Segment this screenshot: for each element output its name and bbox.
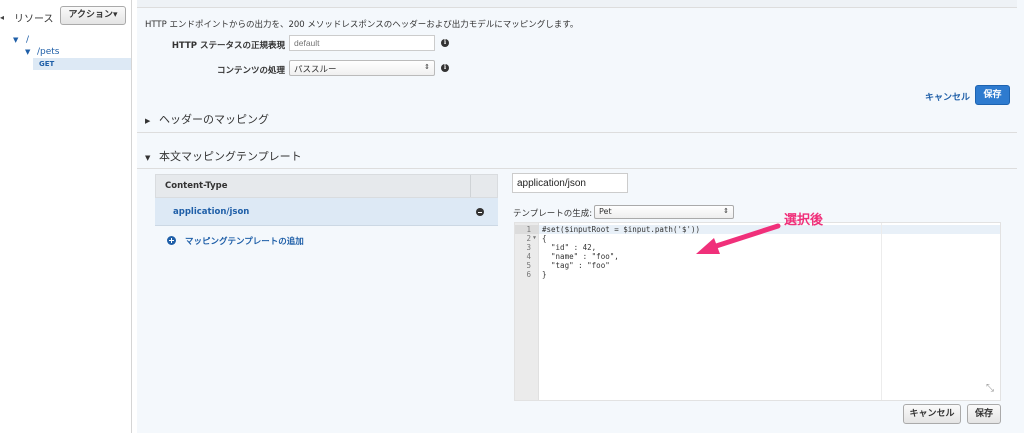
expand-caret-icon[interactable]: ▼ (13, 34, 18, 46)
cancel-button[interactable]: キャンセル (903, 404, 961, 424)
resize-icon[interactable]: ⤡ (986, 383, 994, 394)
info-icon[interactable]: i (441, 64, 449, 72)
line-number: 2 (526, 234, 531, 243)
column-separator (470, 175, 471, 197)
sidebar-title: リソース (14, 14, 54, 25)
collapsed-caret-icon: ▶ (145, 117, 151, 125)
code-line: } (542, 270, 547, 279)
tree-item-label: /pets (37, 47, 60, 57)
code-line: #set($inputRoot = $input.path('$')) (542, 225, 701, 234)
status-regex-input[interactable] (289, 35, 435, 51)
line-number: 6 (526, 270, 531, 279)
actions-button[interactable]: アクション▾ (60, 6, 126, 25)
add-mapping-template-link[interactable]: マッピングテンプレートの追加 (155, 226, 498, 254)
generate-template-select[interactable]: Pet ⇕ (594, 205, 734, 219)
select-value: パススルー (294, 65, 337, 75)
line-number: 1 (526, 225, 531, 234)
remove-icon[interactable] (476, 208, 484, 216)
expand-caret-icon[interactable]: ▼ (25, 46, 30, 58)
select-arrows-icon: ⇕ (723, 207, 729, 215)
tree-item-label: / (26, 35, 30, 45)
save-template-button[interactable]: 保存 (967, 404, 1001, 424)
column-header: Content-Type (165, 181, 228, 191)
tree-item-pets[interactable]: ▼ /pets (0, 46, 131, 58)
annotation-arrow-icon (696, 223, 781, 254)
print-margin (881, 223, 882, 400)
body-mapping-templates-section[interactable]: ▼ 本文マッピングテンプレート (145, 148, 1007, 164)
content-type-table: Content-Type application/json マッピングテンプレー… (155, 174, 498, 254)
header-mappings-section[interactable]: ▶ ヘッダーのマッピング (145, 111, 1007, 127)
sidebar-header: リソース アクション▾ (12, 6, 130, 26)
code-line: "tag" : "foo" (542, 261, 610, 270)
code-line: "name" : "foo", (542, 252, 619, 261)
code-line: "id" : 42, (542, 243, 597, 252)
add-mapping-template-label: マッピングテンプレートの追加 (185, 237, 304, 247)
select-arrows-icon: ⇕ (424, 63, 430, 71)
divider (137, 132, 1017, 133)
cancel-link[interactable]: キャンセル (925, 90, 970, 103)
tree-item-root[interactable]: ▼ / (0, 34, 131, 46)
editor-gutter: 1 2 ▼ 3 4 5 6 (515, 223, 539, 400)
line-number: 4 (526, 252, 531, 261)
content-handling-label: コンテンツの処理 (216, 66, 285, 76)
content-type-input[interactable] (512, 173, 628, 193)
save-button[interactable]: 保存 (975, 85, 1010, 105)
section-title: ヘッダーのマッピング (159, 113, 269, 126)
resource-tree: ▼ / ▼ /pets GET (0, 34, 131, 70)
table-row[interactable]: application/json (155, 198, 498, 226)
tree-item-label: GET (39, 60, 55, 68)
add-icon (167, 236, 176, 245)
expanded-caret-icon: ▼ (145, 154, 151, 162)
resource-sidebar: ◂ リソース アクション▾ ▼ / ▼ /pets GET (0, 0, 132, 433)
select-value: Pet (599, 207, 612, 216)
fold-toggle-icon[interactable]: ▼ (533, 234, 536, 243)
line-number: 3 (526, 243, 531, 252)
line-number: 5 (526, 261, 531, 270)
content-handling-select[interactable]: パススルー ⇕ (289, 60, 435, 76)
collapse-sidebar-icon[interactable]: ◂ (0, 13, 4, 22)
tree-item-get-method[interactable]: GET (33, 58, 131, 70)
info-icon[interactable]: i (441, 39, 449, 47)
section-title: 本文マッピングテンプレート (159, 150, 302, 163)
panel-top-edge (137, 0, 1017, 8)
content-type-label: application/json (173, 207, 250, 217)
code-line: { (542, 234, 547, 243)
divider (137, 168, 1017, 169)
annotation-label: 選択後 (784, 213, 824, 228)
regex-label: HTTP ステータスの正規表現 (171, 41, 285, 51)
generate-template-label: テンプレートの生成: (513, 209, 593, 219)
panel-description: HTTP エンドポイントからの出力を、200 メソッドレスポンスのヘッダーおよび… (145, 20, 579, 30)
api-gateway-console: ◂ リソース アクション▾ ▼ / ▼ /pets GET HTTP エンドポイ… (0, 0, 1024, 433)
integration-response-panel: HTTP エンドポイントからの出力を、200 メソッドレスポンスのヘッダーおよび… (137, 0, 1024, 433)
table-header: Content-Type (155, 174, 498, 198)
